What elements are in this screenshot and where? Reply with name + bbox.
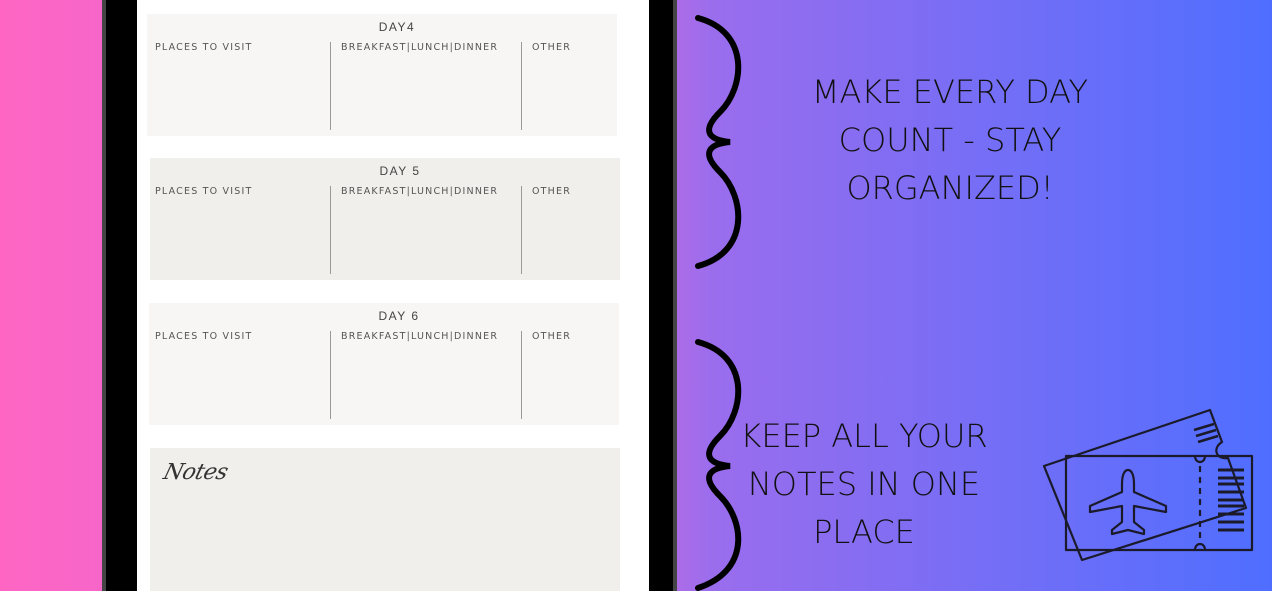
column-other-label: OTHER — [532, 186, 572, 197]
column-divider — [521, 331, 522, 419]
curly-brace-icon — [695, 15, 742, 269]
tagline-bottom: KEEP ALL YOUR NOTES IN ONE PLACE — [716, 412, 1012, 556]
column-meals-label: BREAKFAST|LUNCH|DINNER — [341, 331, 499, 342]
column-divider — [521, 42, 522, 130]
column-places-label: PLACES TO VISIT — [155, 186, 253, 197]
column-meals-label: BREAKFAST|LUNCH|DINNER — [341, 42, 499, 53]
tagline-line: COUNT - STAY — [838, 121, 1062, 159]
day-card-5: DAY 5 PLACES TO VISIT BREAKFAST|LUNCH|DI… — [150, 158, 620, 280]
column-places-label: PLACES TO VISIT — [155, 331, 253, 342]
column-other-label: OTHER — [532, 331, 572, 342]
column-divider — [330, 186, 331, 274]
column-other-label: OTHER — [532, 42, 572, 53]
plane-ticket-icon — [1042, 408, 1254, 562]
planner-page: DAY4 PLACES TO VISIT BREAKFAST|LUNCH|DIN… — [137, 0, 649, 591]
tagline-top: MAKE EVERY DAY COUNT - STAY ORGANIZED! — [780, 68, 1120, 212]
day-title: DAY 5 — [379, 164, 421, 178]
tablet-frame: DAY4 PLACES TO VISIT BREAKFAST|LUNCH|DIN… — [102, 0, 677, 591]
day-card-4: DAY4 PLACES TO VISIT BREAKFAST|LUNCH|DIN… — [147, 14, 617, 136]
day-card-6: DAY 6 PLACES TO VISIT BREAKFAST|LUNCH|DI… — [149, 303, 619, 425]
column-divider — [521, 186, 522, 274]
column-places-label: PLACES TO VISIT — [155, 42, 253, 53]
day-title: DAY 6 — [378, 309, 420, 323]
column-divider — [330, 42, 331, 130]
column-meals-label: BREAKFAST|LUNCH|DINNER — [341, 186, 499, 197]
tagline-line: ORGANIZED! — [846, 169, 1054, 207]
day-title: DAY4 — [378, 20, 416, 34]
tagline-line: NOTES IN ONE — [747, 465, 981, 503]
left-accent-strip — [0, 0, 102, 591]
tagline-line: KEEP ALL YOUR — [740, 417, 988, 455]
notes-title: Notes — [160, 460, 231, 485]
tagline-line: MAKE EVERY DAY — [811, 73, 1089, 111]
tagline-line: PLACE — [813, 513, 915, 551]
column-divider — [330, 331, 331, 419]
notes-section: Notes — [150, 448, 620, 591]
